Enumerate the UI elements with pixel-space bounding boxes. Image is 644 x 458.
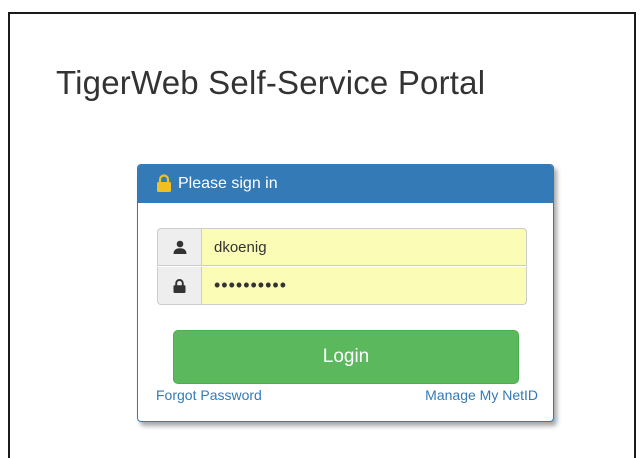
forgot-password-link[interactable]: Forgot Password [156, 387, 262, 403]
login-button[interactable]: Login [173, 330, 519, 384]
username-input-group [157, 228, 527, 266]
password-input[interactable] [201, 267, 527, 305]
login-panel: Please sign in dkoenig •••••••••• Login … [137, 164, 554, 422]
lock-icon [156, 174, 172, 192]
user-icon [157, 228, 201, 266]
password-input-group [157, 267, 527, 305]
page-title: TigerWeb Self-Service Portal [56, 64, 486, 101]
manage-netid-link[interactable]: Manage My NetID [425, 387, 538, 403]
lock-icon [157, 267, 201, 305]
username-input[interactable] [201, 228, 527, 266]
page-frame: TigerWeb Self-Service Portal Please sign… [8, 12, 636, 458]
panel-heading-label: Please sign in [178, 175, 278, 192]
panel-heading: Please sign in [138, 165, 553, 203]
